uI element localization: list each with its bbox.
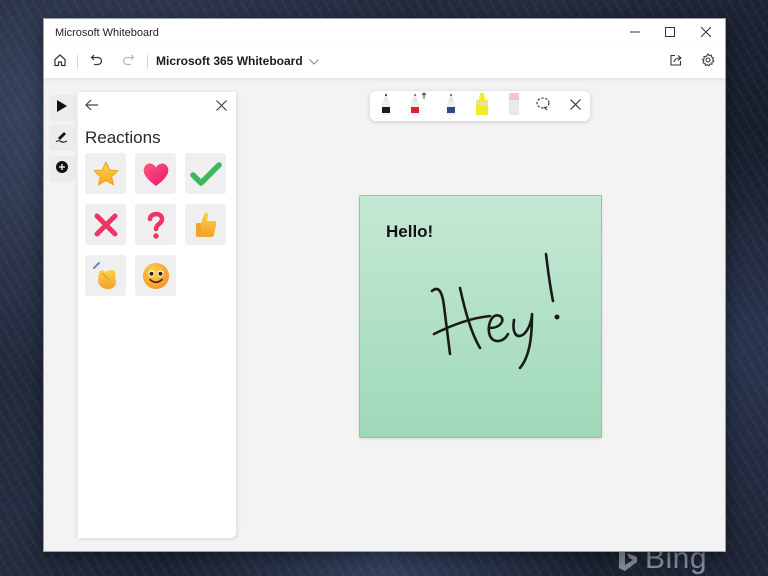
heart-icon [141,160,171,188]
gear-icon [701,52,715,72]
maximize-button[interactable] [652,19,688,46]
pen-icon [55,129,69,148]
close-window-button[interactable] [688,19,724,46]
app-toolbar: Microsoft 365 Whiteboard [44,46,725,79]
minimize-icon [630,24,640,42]
reaction-clap[interactable] [85,255,126,296]
sticky-note[interactable]: Hello! Hey! [359,195,602,438]
yellow-highlighter-button[interactable] [471,91,493,120]
undo-icon [90,53,104,72]
pointer-icon [56,99,68,118]
close-icon [215,98,227,116]
thumbs-up-icon [193,211,219,239]
board-title-dropdown[interactable]: Microsoft 365 Whiteboard [156,54,319,68]
panel-title: Reactions [85,128,161,147]
reaction-cross[interactable] [85,204,126,245]
close-icon [569,97,581,115]
eraser-button[interactable] [503,91,525,120]
smiling-face-icon [141,261,171,291]
app-window: Microsoft Whiteboard Microsoft 365 White… [43,18,726,552]
undo-button[interactable] [87,52,107,72]
close-icon [700,24,712,42]
reaction-smile[interactable] [135,255,176,296]
home-button[interactable] [50,52,70,72]
ink-hey-handwriting[interactable]: Hey! [420,246,570,376]
share-button[interactable] [666,52,686,72]
cross-mark-icon [92,211,120,239]
chevron-down-icon [308,54,319,68]
create-tool-button[interactable] [49,156,75,182]
settings-button[interactable] [698,52,718,72]
board-title: Microsoft 365 Whiteboard [156,54,303,68]
toolbar-divider [147,55,148,69]
black-pen-button[interactable] [375,91,397,120]
question-mark-icon [145,210,167,240]
home-icon [53,53,67,72]
back-button[interactable] [82,97,102,117]
pen-black-icon [378,91,394,120]
star-icon [92,160,120,188]
reaction-check[interactable] [185,153,226,194]
pen-red-icon [407,91,429,120]
share-icon [669,53,683,72]
tool-rail [47,93,76,539]
redo-button[interactable] [118,52,138,72]
maximize-icon [665,24,675,42]
close-pen-toolbar-button[interactable] [565,96,585,116]
clapping-hands-icon [91,261,121,291]
lasso-select-button[interactable] [533,96,553,116]
reaction-thumbs-up[interactable] [185,204,226,245]
highlighter-icon [473,91,491,120]
eraser-icon [506,91,522,120]
select-tool-button[interactable] [49,95,75,121]
red-pen-button[interactable] [407,91,429,120]
pen-toolbar [370,91,590,121]
ink-tool-button[interactable] [49,125,75,151]
reaction-question[interactable] [135,204,176,245]
redo-icon [121,53,135,72]
lasso-select-icon [535,96,551,117]
minimize-button[interactable] [617,19,653,46]
app-title: Microsoft Whiteboard [55,27,159,39]
title-bar: Microsoft Whiteboard [44,19,725,46]
checkmark-icon [189,160,222,188]
reaction-heart[interactable] [135,153,176,194]
reactions-panel: Reactions [78,92,236,538]
toolbar-divider [77,55,78,69]
close-panel-button[interactable] [211,97,231,117]
reaction-grid [85,153,226,296]
sticky-note-text: Hello! [386,222,434,241]
plus-circle-icon [55,160,69,179]
reaction-star[interactable] [85,153,126,194]
blue-pen-button[interactable] [440,91,462,120]
pen-blue-icon [443,91,459,120]
arrow-left-icon [85,98,99,116]
